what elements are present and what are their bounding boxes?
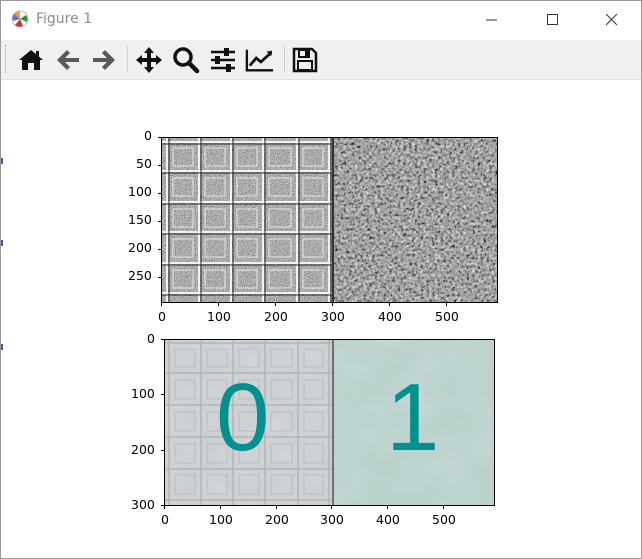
line-chart-icon bbox=[245, 49, 274, 72]
top-ytick-label: 150 bbox=[128, 212, 152, 227]
bottom-xtick-label: 200 bbox=[265, 512, 289, 527]
window-title: Figure 1 bbox=[36, 11, 93, 27]
top-ytick-label: 250 bbox=[128, 268, 152, 283]
close-button[interactable] bbox=[589, 1, 635, 39]
home-icon bbox=[19, 50, 43, 70]
move-icon bbox=[136, 47, 162, 73]
bottom-ytick-label: 300 bbox=[131, 497, 155, 512]
bottom-ytick-label: 200 bbox=[131, 442, 155, 457]
bottom-axes[interactable] bbox=[161, 339, 495, 509]
customize-button[interactable] bbox=[245, 45, 275, 75]
bottom-xtick-label: 0 bbox=[161, 512, 169, 527]
arrow-left-icon bbox=[57, 50, 79, 70]
home-button[interactable] bbox=[16, 45, 46, 75]
minimize-button[interactable] bbox=[469, 1, 515, 39]
save-button[interactable] bbox=[290, 45, 320, 75]
top-xtick-label: 0 bbox=[158, 309, 166, 324]
top-ytick-label: 0 bbox=[144, 128, 152, 143]
forward-button[interactable] bbox=[89, 45, 119, 75]
toolbar-separator bbox=[284, 46, 285, 72]
bottom-ytick-label: 100 bbox=[131, 386, 155, 401]
minimize-icon bbox=[486, 19, 497, 21]
top-ytick-label: 50 bbox=[136, 156, 152, 171]
bottom-xtick-label: 400 bbox=[376, 512, 400, 527]
maximize-icon bbox=[547, 14, 558, 25]
top-xtick-label: 100 bbox=[207, 309, 231, 324]
top-image-left-texture bbox=[161, 137, 333, 303]
toolbar-grip bbox=[5, 45, 8, 73]
top-image-right-texture bbox=[333, 137, 498, 303]
navigation-toolbar bbox=[1, 40, 641, 80]
arrow-right-icon bbox=[93, 50, 115, 70]
magnifier-icon bbox=[173, 47, 200, 74]
close-icon bbox=[606, 14, 618, 26]
subplots-button[interactable] bbox=[208, 45, 238, 75]
top-ytick-label: 200 bbox=[128, 240, 152, 255]
top-xtick-label: 500 bbox=[435, 309, 459, 324]
top-axes[interactable] bbox=[158, 137, 498, 306]
top-x-ticks bbox=[161, 303, 447, 306]
matplotlib-logo-icon bbox=[11, 10, 29, 28]
sliders-icon bbox=[211, 48, 235, 72]
bottom-xtick-label: 300 bbox=[320, 512, 344, 527]
zoom-button[interactable] bbox=[171, 45, 201, 75]
back-button[interactable] bbox=[53, 45, 83, 75]
top-xtick-label: 400 bbox=[378, 309, 402, 324]
figure-window: Figure 1 0 1 0 50 100 150 200 250 0 100 … bbox=[0, 0, 642, 559]
image-label-0: 0 bbox=[216, 364, 270, 471]
bottom-x-ticks bbox=[164, 506, 444, 509]
maximize-button[interactable] bbox=[530, 1, 576, 39]
bottom-ytick-label: 0 bbox=[147, 331, 155, 346]
image-label-1: 1 bbox=[386, 364, 440, 471]
floppy-disk-icon bbox=[292, 47, 318, 73]
toolbar-separator bbox=[127, 46, 128, 72]
pan-button[interactable] bbox=[134, 45, 164, 75]
top-ytick-label: 100 bbox=[128, 184, 152, 199]
figure-canvas[interactable]: 0 1 0 50 100 150 200 250 0 100 200 300 4… bbox=[1, 80, 641, 558]
title-bar: Figure 1 bbox=[1, 1, 641, 39]
top-xtick-label: 300 bbox=[321, 309, 345, 324]
bottom-y-ticks bbox=[161, 339, 164, 506]
top-y-ticks bbox=[158, 137, 161, 278]
bottom-xtick-label: 500 bbox=[432, 512, 456, 527]
bottom-xtick-label: 100 bbox=[209, 512, 233, 527]
top-xtick-label: 200 bbox=[264, 309, 288, 324]
